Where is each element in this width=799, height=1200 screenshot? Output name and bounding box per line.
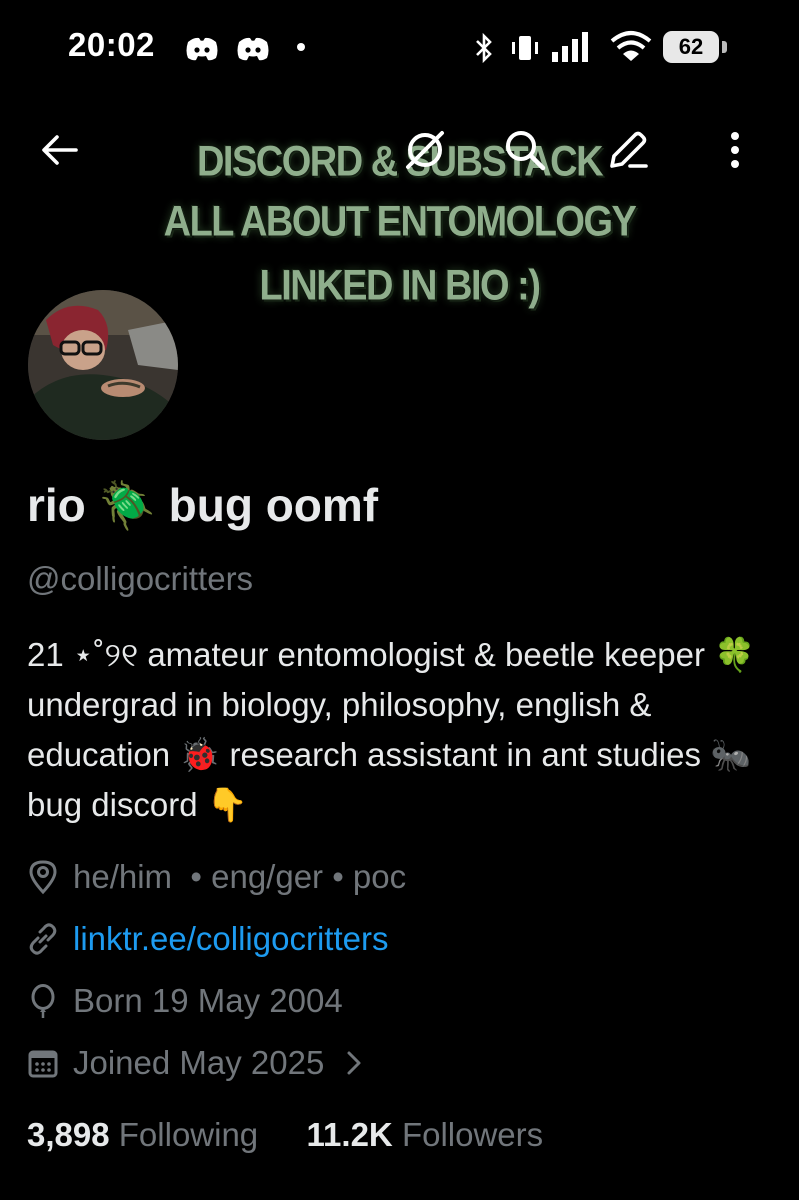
location-row: he/him • eng/ger • poc <box>27 858 406 896</box>
website-row: linktr.ee/colligocritters <box>27 920 388 958</box>
website-link[interactable]: linktr.ee/colligocritters <box>73 920 388 958</box>
back-button[interactable] <box>32 122 88 178</box>
status-bar: 20:02 62 <box>0 0 799 95</box>
vibrate-icon <box>512 36 538 60</box>
link-icon <box>29 923 57 955</box>
edit-icon <box>610 131 648 168</box>
more-icon <box>731 132 739 168</box>
discord-notification-icon <box>186 37 218 61</box>
birthday-row: Born 19 May 2004 <box>27 982 343 1020</box>
grok-button[interactable] <box>397 122 453 178</box>
edit-button[interactable] <box>600 122 656 178</box>
username-handle: @colligocritters <box>27 560 254 597</box>
followers-link[interactable]: 11.2K Followers <box>307 1116 544 1153</box>
grok-icon <box>406 131 444 169</box>
avatar-photo <box>28 290 178 440</box>
location-text: he/him • eng/ger • poc <box>73 858 407 895</box>
signal-icon <box>552 32 588 62</box>
balloon-icon <box>31 984 55 1018</box>
birthday-text: Born 19 May 2004 <box>73 982 343 1019</box>
joined-row[interactable]: Joined May 2025 <box>27 1044 376 1082</box>
joined-text: Joined May 2025 <box>73 1044 325 1081</box>
followers-count: 11.2K <box>306 1116 393 1153</box>
discord-notification-icon <box>237 37 269 61</box>
calendar-icon <box>28 1050 58 1078</box>
battery-indicator: 62 <box>663 31 727 63</box>
banner-text-line-2: ALL ABOUT ENTOMOLOGY <box>163 198 637 246</box>
search-button[interactable] <box>497 122 553 178</box>
followers-label: Followers <box>401 1116 544 1153</box>
search-icon <box>506 131 546 171</box>
avatar[interactable] <box>25 287 181 443</box>
status-time: 20:02 <box>68 26 155 63</box>
more-options-button[interactable] <box>707 122 763 178</box>
following-count: 3,898 <box>27 1116 110 1153</box>
back-arrow-icon <box>42 135 78 165</box>
following-label: Following <box>118 1116 259 1153</box>
follow-counts: 3,898 Following 11.2K Followers <box>27 1116 543 1154</box>
chevron-right-icon <box>347 1051 361 1075</box>
following-link[interactable]: 3,898 Following <box>27 1116 258 1153</box>
wifi-icon <box>610 31 652 61</box>
location-icon <box>29 860 57 895</box>
profile-bio: 21 ⋆˚୨୧ amateur entomologist & beetle ke… <box>27 636 756 823</box>
display-name: rio 🪲 bug oomf <box>27 479 379 531</box>
bluetooth-icon <box>476 32 492 64</box>
more-notifications-dot-icon <box>297 43 305 51</box>
